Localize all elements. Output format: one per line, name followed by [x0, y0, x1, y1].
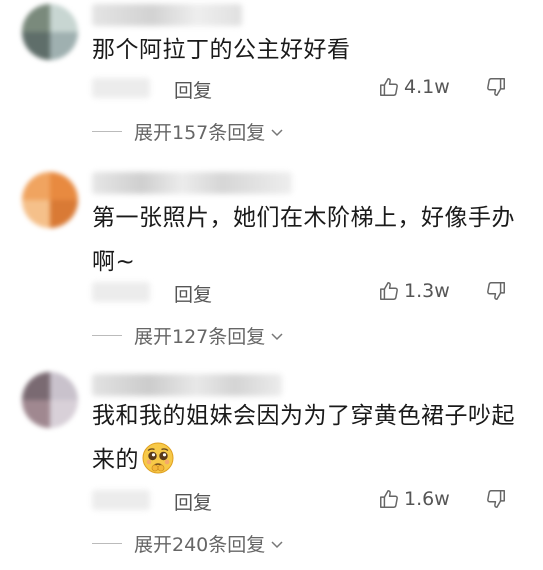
like-count: 1.3w	[404, 280, 450, 302]
thumbs-up-icon	[380, 78, 398, 96]
reply-button[interactable]: 回复	[174, 280, 212, 307]
expand-replies-button[interactable]: 展开127条回复	[92, 322, 285, 349]
like-count: 4.1w	[404, 76, 450, 98]
expand-replies-label: 展开240条回复	[134, 534, 266, 556]
thumbs-down-icon	[487, 282, 505, 300]
divider	[92, 543, 122, 544]
chevron-down-icon	[271, 332, 283, 340]
avatar[interactable]	[22, 172, 78, 228]
thumbs-up-icon	[380, 282, 398, 300]
thumbs-down-icon	[487, 78, 505, 96]
expand-replies-button[interactable]: 展开157条回复	[92, 118, 285, 145]
comment-feed: 那个阿拉丁的公主好好看 回复 4.1w 展开157条回复 第一张照片，她们在木阶…	[0, 0, 543, 570]
thumbs-up-icon	[380, 490, 398, 508]
dislike-button[interactable]	[485, 280, 507, 306]
like-button[interactable]: 1.6w	[378, 488, 450, 510]
thumbs-down-icon	[487, 490, 505, 508]
comment-text: 那个阿拉丁的公主好好看	[92, 37, 351, 63]
expand-replies-button[interactable]: 展开240条回复	[92, 530, 285, 557]
dislike-button[interactable]	[485, 488, 507, 514]
dislike-button[interactable]	[485, 76, 507, 102]
comment-text: 我和我的姐妹会因为为了穿黄色裙子吵起来的	[92, 394, 522, 482]
username[interactable]	[92, 172, 292, 194]
username[interactable]	[92, 4, 242, 26]
reply-button[interactable]: 回复	[174, 76, 212, 103]
comment-date	[92, 282, 150, 302]
chevron-down-icon	[271, 128, 283, 136]
comment-text: 第一张照片，她们在木阶梯上，好像手办啊~	[92, 205, 515, 275]
like-button[interactable]: 4.1w	[378, 76, 450, 98]
username[interactable]	[92, 374, 282, 396]
like-count: 1.6w	[404, 488, 450, 510]
avatar[interactable]	[22, 372, 78, 428]
comment-date	[92, 490, 150, 510]
comment-date	[92, 78, 150, 98]
expand-replies-label: 展开127条回复	[134, 326, 266, 348]
pleading-face-emoji-icon	[141, 441, 175, 475]
like-button[interactable]: 1.3w	[378, 280, 450, 302]
chevron-down-icon	[271, 540, 283, 548]
divider	[92, 131, 122, 132]
reply-button[interactable]: 回复	[174, 488, 212, 515]
avatar[interactable]	[22, 4, 78, 60]
divider	[92, 335, 122, 336]
expand-replies-label: 展开157条回复	[134, 122, 266, 144]
